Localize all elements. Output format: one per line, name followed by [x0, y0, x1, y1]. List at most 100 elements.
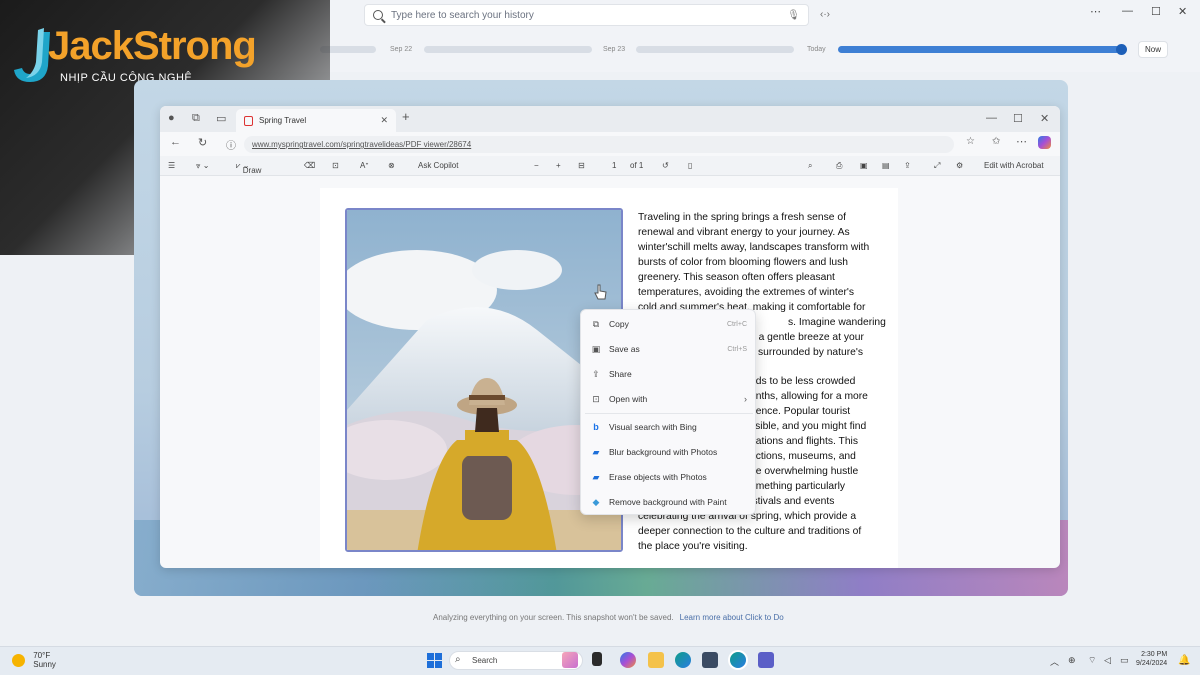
tab-title: Spring Travel: [259, 116, 307, 125]
menu-divider: [585, 413, 753, 414]
search-highlight-icon[interactable]: [562, 652, 578, 668]
maximize-button[interactable]: ☐: [1013, 112, 1023, 125]
rotate-icon[interactable]: ↺: [662, 161, 669, 170]
ask-copilot-button[interactable]: Ask Copilot: [418, 161, 458, 170]
microphone-icon[interactable]: 🎙: [787, 10, 800, 21]
menu-item-save-as[interactable]: ▣ Save as Ctrl+S: [581, 338, 757, 360]
save-as-icon[interactable]: ▤: [882, 161, 890, 170]
settings-icon[interactable]: ⚙: [956, 161, 963, 170]
back-icon[interactable]: ←: [170, 136, 181, 148]
eraser-icon[interactable]: ⌫: [304, 161, 315, 170]
minimize-button[interactable]: —: [1122, 5, 1133, 17]
page-total: of 1: [630, 161, 644, 170]
battery-icon[interactable]: ▭: [1120, 655, 1129, 666]
search-icon[interactable]: ⌕: [808, 161, 812, 171]
weather-widget[interactable]: 70°F Sunny: [12, 651, 56, 669]
edge-icon[interactable]: [675, 652, 691, 668]
url-input[interactable]: www.myspringtravel.com/springtravelideas…: [244, 136, 954, 153]
chevron-up-icon[interactable]: ︿: [1050, 655, 1059, 668]
favorite-icon[interactable]: ☆: [966, 136, 975, 147]
learn-more-link[interactable]: Learn more about Click to Do: [680, 613, 784, 622]
tab-actions-icon[interactable]: ▭: [216, 112, 226, 125]
windows-start-icon[interactable]: [427, 653, 442, 668]
menu-item-share[interactable]: ⇪ Share: [581, 363, 757, 385]
fit-page-icon[interactable]: ⊟: [578, 161, 585, 170]
open-with-icon: ⊡: [592, 393, 600, 404]
read-aloud-icon[interactable]: Aᐩ: [360, 161, 368, 170]
zoom-out-icon[interactable]: −: [534, 161, 539, 170]
text-line: Traveling in the spring brings a fresh s…: [638, 212, 846, 223]
save-icon[interactable]: ▣: [860, 161, 868, 170]
minimize-button[interactable]: —: [986, 112, 997, 124]
highlight-icon[interactable]: ⩔ ⌄: [196, 161, 209, 171]
close-tab-icon[interactable]: ✕: [380, 115, 388, 126]
copilot-icon[interactable]: [1038, 136, 1051, 149]
workspaces-icon[interactable]: ⧉: [192, 112, 200, 125]
task-view-icon[interactable]: [592, 652, 602, 666]
maximize-button[interactable]: ☐: [1151, 5, 1161, 18]
file-explorer-icon[interactable]: [648, 652, 664, 668]
text-line: bursts of color from blooming flowers an…: [638, 257, 849, 268]
contents-icon[interactable]: ☰: [168, 161, 175, 170]
share-icon[interactable]: ⇪: [904, 161, 911, 170]
bing-icon: b: [593, 422, 599, 432]
refresh-icon[interactable]: ↻: [198, 136, 207, 149]
weather-desc: Sunny: [33, 660, 56, 669]
copilot-small-icon[interactable]: ⊗: [388, 161, 395, 170]
edit-with-acrobat-button[interactable]: Edit with Acrobat: [984, 161, 1044, 170]
notifications-icon[interactable]: 🔔: [1178, 655, 1190, 666]
date: 9/24/2024: [1136, 660, 1168, 667]
photos-icon: ▰: [592, 446, 600, 457]
print-icon[interactable]: ⎙: [836, 161, 842, 171]
photos-icon: ▰: [592, 471, 600, 482]
page-number-input[interactable]: 1: [612, 161, 616, 170]
fullscreen-icon[interactable]: ⤢: [934, 161, 940, 171]
timeline-label: Sep 22: [390, 46, 413, 53]
view-toggle-icon[interactable]: ‹·›: [820, 9, 830, 20]
recall-search-input[interactable]: Type here to search your history 🎙: [364, 4, 809, 26]
timeline-label: Sep 23: [603, 46, 626, 53]
close-button[interactable]: ✕: [1040, 112, 1049, 125]
favorites-icon[interactable]: ✩: [992, 136, 1000, 147]
menu-item-copy[interactable]: ⧉ Copy Ctrl+C: [581, 313, 757, 335]
text-line: temperatures, avoiding the extremes of w…: [638, 287, 855, 298]
teams-icon[interactable]: [758, 652, 774, 668]
close-button[interactable]: ✕: [1178, 5, 1187, 18]
share-icon: ⇪: [592, 368, 600, 379]
menu-item-erase-objects[interactable]: ▰ Erase objects with Photos: [581, 466, 757, 488]
now-button[interactable]: Now: [1138, 41, 1168, 58]
address-bar: ← ↻ ⓘ www.myspringtravel.com/springtrave…: [160, 132, 1060, 156]
page-view-icon[interactable]: ▯: [688, 161, 692, 170]
timeline-segment[interactable]: [424, 46, 592, 53]
time: 2:30 PM: [1141, 651, 1168, 658]
draw-button[interactable]: ⩗ Draw ⌄: [236, 161, 261, 175]
menu-item-remove-background[interactable]: ◆ Remove background with Paint: [581, 491, 757, 513]
profile-icon[interactable]: ●: [168, 112, 175, 124]
text-box-icon[interactable]: ⊡: [332, 161, 339, 170]
info-icon[interactable]: ⓘ: [226, 137, 236, 152]
tab-spring-travel[interactable]: Spring Travel ✕: [236, 109, 396, 132]
text-line: the place you're visiting.: [638, 541, 748, 552]
weather-temp: 70°F: [33, 651, 51, 660]
timeline-slider-handle[interactable]: [1116, 44, 1127, 55]
menu-item-open-with[interactable]: ⊡ Open with ›: [581, 388, 757, 410]
zoom-in-icon[interactable]: +: [556, 161, 561, 170]
wifi-icon[interactable]: ⌔: [1088, 655, 1096, 666]
more-icon[interactable]: ⋯: [1016, 135, 1027, 148]
search-placeholder: Type here to search your history: [391, 9, 534, 21]
search-icon: ⌕: [455, 654, 461, 665]
store-icon[interactable]: [702, 652, 718, 668]
vpn-icon[interactable]: ⊕: [1068, 655, 1076, 666]
clock[interactable]: 2:30 PM 9/24/2024: [1136, 650, 1167, 668]
edge-active-icon[interactable]: [730, 652, 746, 668]
copilot-icon[interactable]: [620, 652, 636, 668]
timeline-segment[interactable]: [636, 46, 794, 53]
new-tab-button[interactable]: +: [402, 109, 410, 124]
menu-item-visual-search[interactable]: b Visual search with Bing: [581, 416, 757, 438]
timeline-active-segment[interactable]: [838, 46, 1120, 53]
menu-item-blur-background[interactable]: ▰ Blur background with Photos: [581, 441, 757, 463]
text-line: renewal and vibrant energy to your journ…: [638, 227, 850, 238]
more-options-icon[interactable]: ⋯: [1090, 5, 1101, 18]
context-menu: ⧉ Copy Ctrl+C ▣ Save as Ctrl+S ⇪ Share ⊡…: [580, 309, 756, 515]
volume-icon[interactable]: ◁: [1104, 655, 1111, 666]
